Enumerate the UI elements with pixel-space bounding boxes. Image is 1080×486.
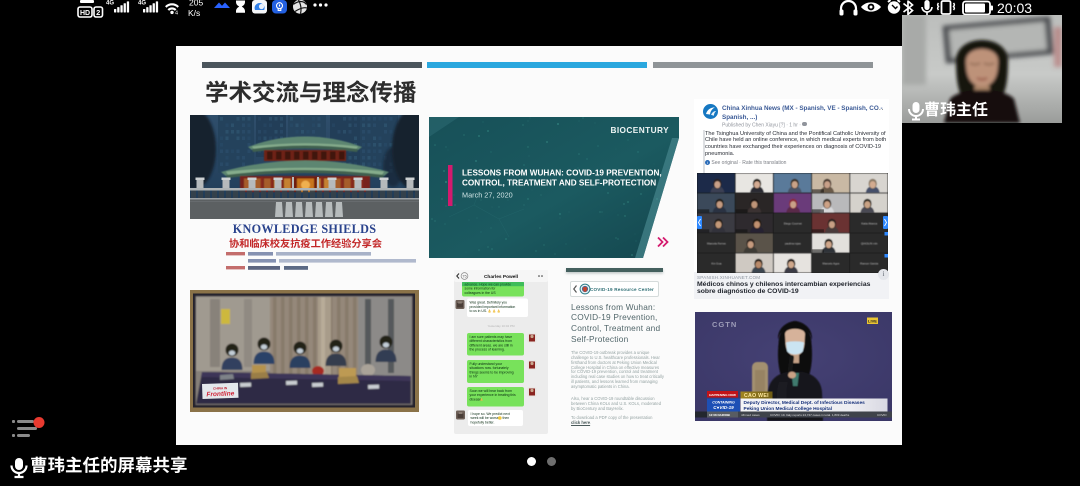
svg-text:Ramon Garcia: Ramon Garcia: [860, 262, 878, 266]
svg-text:C●VID-19: C●VID-19: [713, 405, 734, 410]
svg-text:205: 205: [189, 0, 203, 8]
svg-text:Charles Powell: Charles Powell: [484, 274, 518, 280]
svg-text:12:08 NAIROBI: 12:08 NAIROBI: [709, 413, 730, 417]
svg-text:75: 75: [462, 274, 467, 279]
svg-text:CONTAINING: CONTAINING: [712, 401, 735, 405]
svg-text:March 27, 2020: March 27, 2020: [462, 191, 513, 200]
svg-text:Diego Cournet: Diego Cournet: [784, 222, 802, 226]
svg-text:then: then: [503, 416, 510, 420]
svg-text:LESSONS FROM WUHAN: COVID-19 P: LESSONS FROM WUHAN: COVID-19 PREVENTION,: [462, 169, 662, 178]
svg-text:CAO WEI: CAO WEI: [744, 393, 769, 399]
svg-text:K/s: K/s: [188, 8, 200, 18]
svg-text:the process of learning.: the process of learning.: [470, 348, 505, 352]
svg-text:Marcela Ferres: Marcela Ferres: [707, 242, 726, 246]
svg-text:Kin Gua: Kin Gua: [711, 262, 722, 266]
svg-text:HAPPENING NOW: HAPPENING NOW: [709, 393, 736, 397]
svg-text:disease: disease: [470, 397, 482, 401]
svg-text:Yesterday 10:02 PM: Yesterday 10:02 PM: [488, 324, 515, 328]
svg-text:CONTROL, TREATMENT AND SELF-PR: CONTROL, TREATMENT AND SELF-PROTECTION: [462, 179, 656, 188]
svg-text:QIAOLIN mln: QIAOLIN mln: [861, 242, 878, 246]
svg-text:Frontline: Frontline: [206, 390, 234, 398]
svg-text:to us in US.: to us in US.: [470, 309, 488, 313]
svg-text:Marcelo Agos: Marcelo Agos: [823, 262, 841, 266]
svg-text:colleagues in the US: colleagues in the US: [465, 291, 497, 295]
svg-text:4: 4: [175, 10, 178, 16]
svg-text:Deputy Director, Medical Dept.: Deputy Director, Medical Dept. of Infect…: [744, 400, 866, 406]
svg-text:CGTN: CGTN: [712, 320, 737, 329]
svg-text:20:03: 20:03: [997, 0, 1032, 16]
svg-text:COVID: COVID: [877, 413, 887, 417]
svg-text:Katia Abarca: Katia Abarca: [861, 222, 877, 226]
svg-text:in NY: in NY: [470, 375, 479, 379]
svg-text:2: 2: [96, 8, 100, 17]
svg-text:COVID: 19. Italy reports 24,74: COVID: 19. Italy reports 24,747 cases in…: [770, 413, 850, 417]
svg-text:4G: 4G: [106, 1, 114, 7]
svg-text:BIOCENTURY: BIOCENTURY: [610, 125, 669, 135]
svg-text:hopefully better.: hopefully better.: [471, 420, 495, 424]
svg-text:paulina rojas: paulina rojas: [785, 242, 801, 246]
svg-text:4G: 4G: [138, 1, 146, 7]
svg-text:LIVE: LIVE: [868, 319, 877, 324]
svg-text:Peking Union Medical College H: Peking Union Medical College Hospital: [744, 406, 833, 412]
svg-text:nfirmed cases: nfirmed cases: [741, 413, 760, 417]
svg-text:HD: HD: [80, 10, 90, 17]
